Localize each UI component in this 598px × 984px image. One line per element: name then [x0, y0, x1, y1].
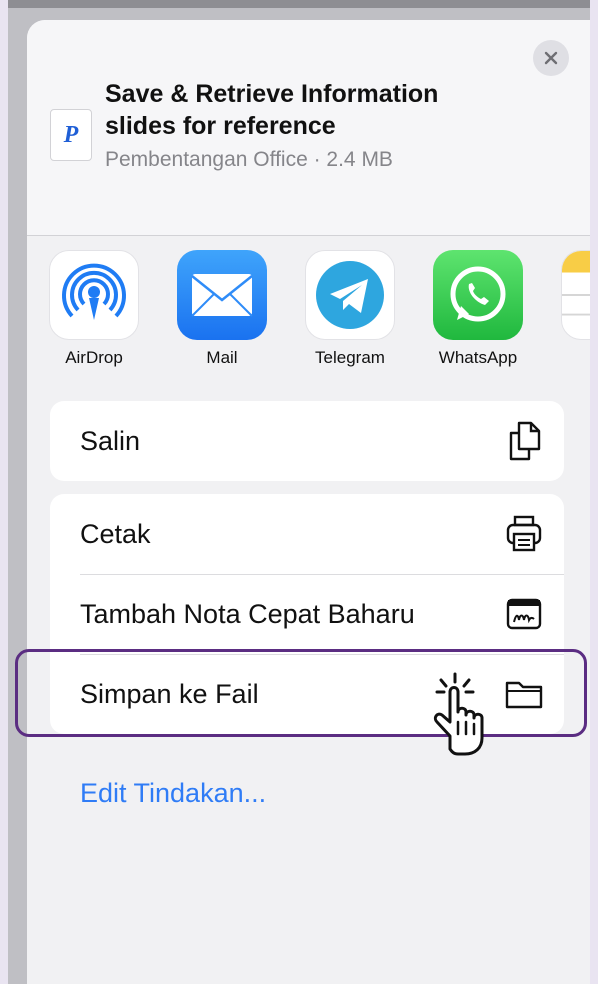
app-whatsapp[interactable]: WhatsApp: [423, 250, 533, 368]
close-icon: [544, 51, 558, 65]
app-airdrop[interactable]: AirDrop: [39, 250, 149, 368]
quick-note-action[interactable]: Tambah Nota Cepat Baharu: [50, 574, 564, 654]
highlight-box: [15, 649, 587, 737]
document-title: Save & Retrieve Information slides for r…: [105, 80, 439, 140]
app-mail[interactable]: Mail: [167, 250, 277, 368]
notes-icon: [561, 250, 590, 340]
share-header: P Save & Retrieve Information slides for…: [27, 20, 590, 235]
airdrop-icon: [49, 250, 139, 340]
quick-note-icon: [504, 594, 544, 634]
whatsapp-icon: [433, 250, 523, 340]
share-sheet: P Save & Retrieve Information slides for…: [27, 20, 590, 984]
app-row: AirDrop Mail Telegram WhatsApp: [27, 250, 590, 380]
status-strip: [8, 0, 590, 8]
copy-action[interactable]: Salin: [50, 401, 564, 481]
document-icon: P: [50, 109, 92, 161]
phone-screen: P Save & Retrieve Information slides for…: [8, 0, 590, 984]
close-button[interactable]: [533, 40, 569, 76]
mail-icon: [177, 250, 267, 340]
document-subtitle: Pembentangan Office · 2.4 MB: [105, 148, 393, 171]
app-notes[interactable]: N: [551, 250, 590, 368]
telegram-icon: [305, 250, 395, 340]
print-action[interactable]: Cetak: [50, 494, 564, 574]
app-telegram[interactable]: Telegram: [295, 250, 405, 368]
edit-actions-link[interactable]: Edit Tindakan...: [80, 778, 266, 809]
printer-icon: [504, 514, 544, 554]
pointer-hand-icon: [433, 672, 484, 756]
copy-icon: [504, 421, 544, 461]
header-divider: [27, 235, 590, 236]
copy-group: Salin: [50, 401, 564, 481]
